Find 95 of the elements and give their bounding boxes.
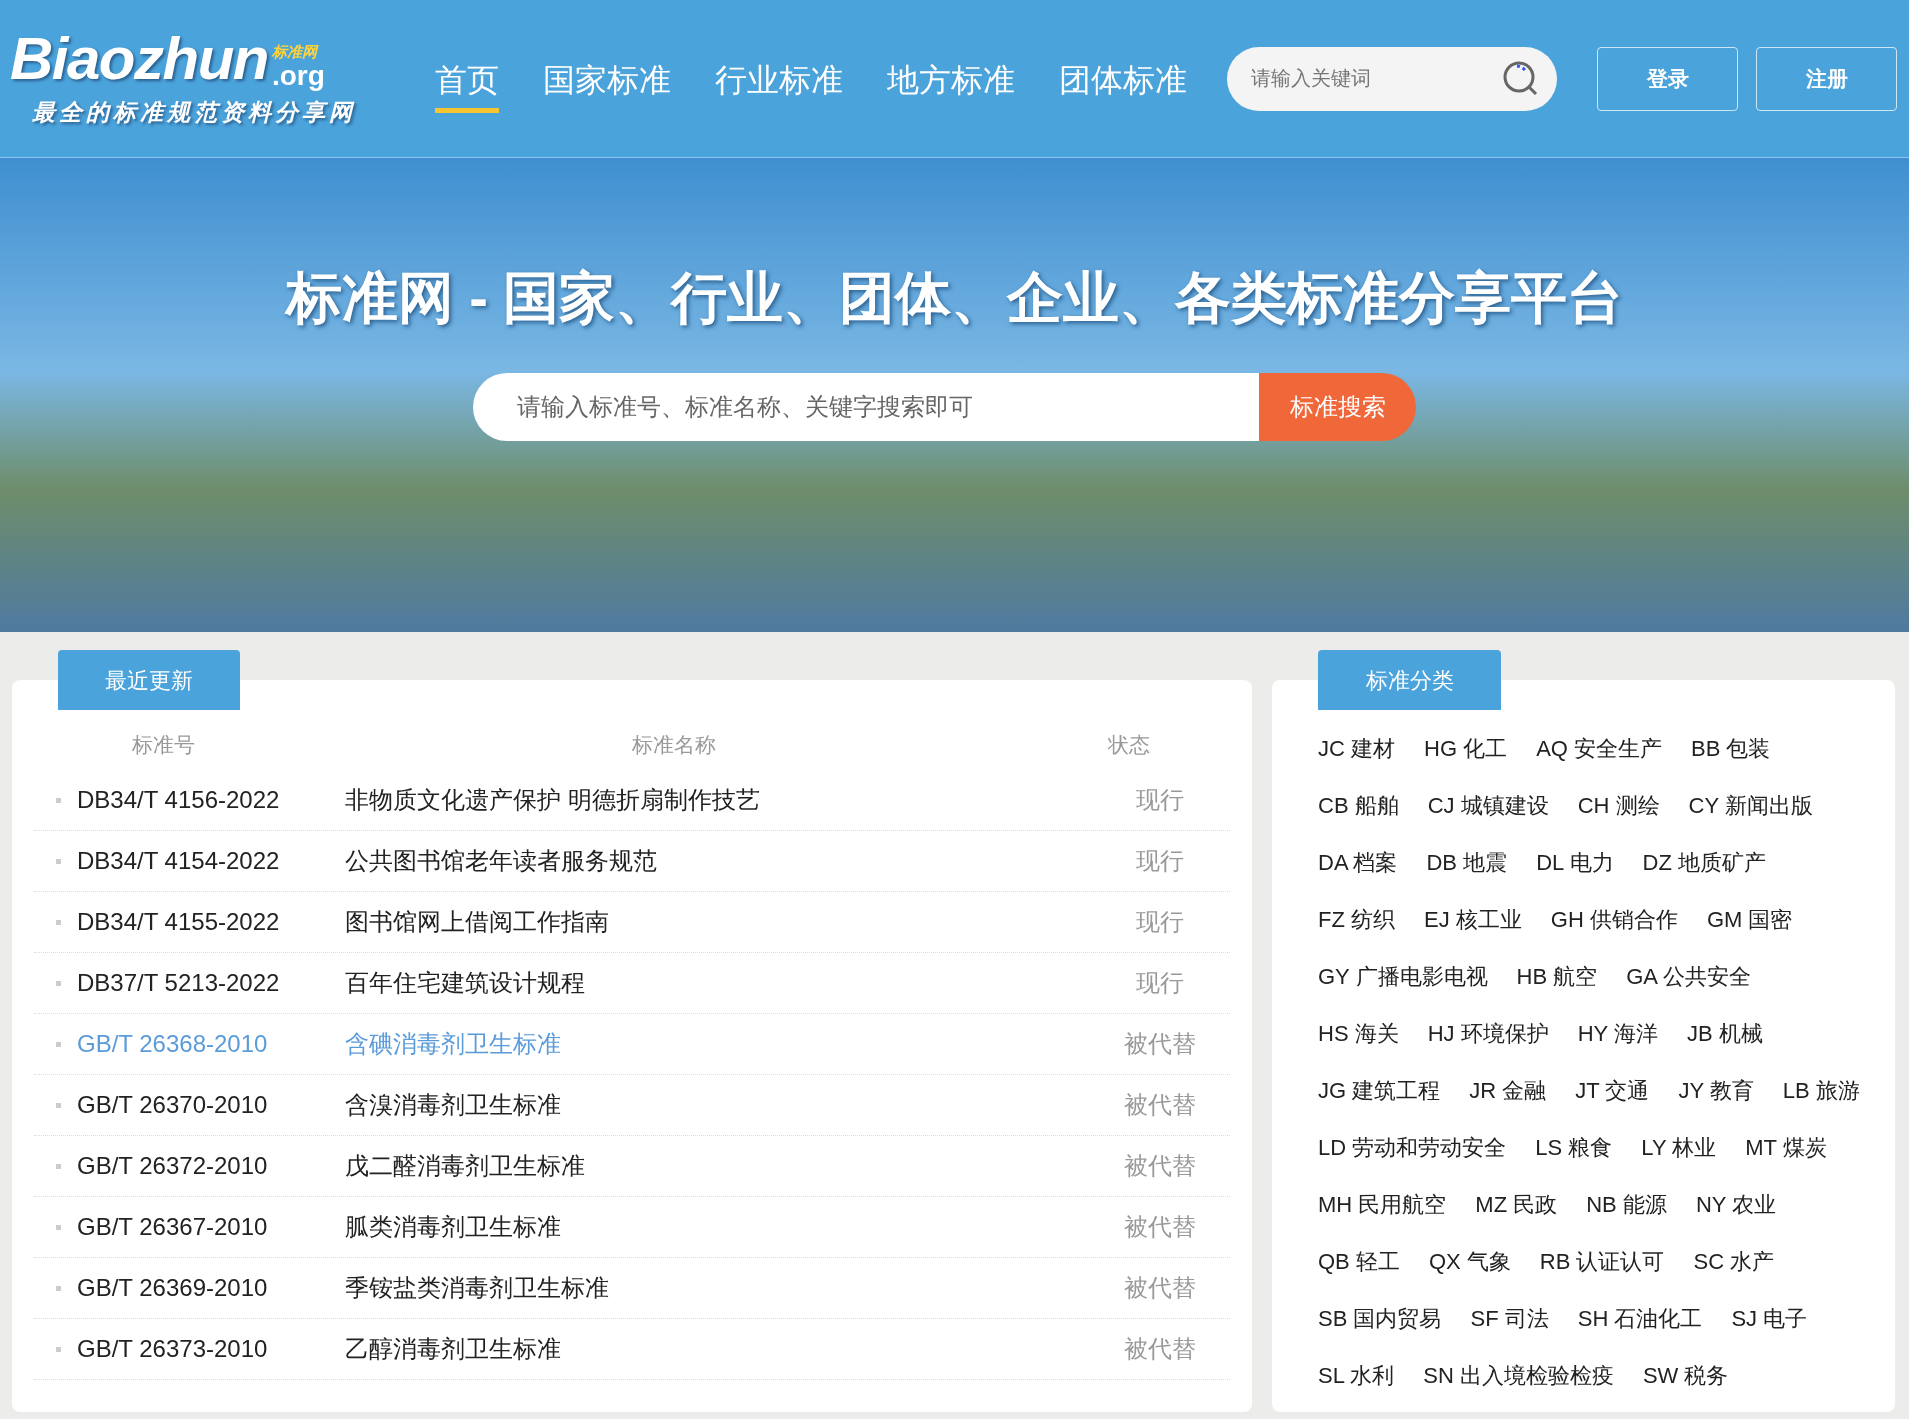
category-link[interactable]: SJ 电子 <box>1731 1302 1808 1335</box>
category-link[interactable]: DA 档案 <box>1318 846 1398 879</box>
category-link[interactable]: SN 出入境检验检疫 <box>1423 1359 1614 1392</box>
bullet-icon <box>56 1285 61 1291</box>
category-link[interactable]: RB 认证认可 <box>1539 1245 1665 1278</box>
status-text: 被代替 <box>1123 1151 1197 1181</box>
category-link[interactable]: MH 民用航空 <box>1318 1188 1447 1221</box>
standard-code-link[interactable]: DB34/T 4156-2022 <box>77 782 345 818</box>
status-text: 被代替 <box>1123 1090 1197 1120</box>
bullet-icon <box>56 1041 61 1047</box>
category-link[interactable]: QX 气象 <box>1428 1245 1511 1278</box>
category-link[interactable]: HJ 环境保护 <box>1427 1017 1549 1050</box>
status-text: 现行 <box>1135 968 1185 998</box>
category-link[interactable]: AQ 安全生产 <box>1536 732 1663 765</box>
standard-code-link[interactable]: GB/T 26367-2010 <box>77 1209 345 1245</box>
standard-name-link[interactable]: 季铵盐类消毒剂卫生标准 <box>345 1270 609 1306</box>
category-link[interactable]: SF 司法 <box>1470 1302 1549 1335</box>
category-link[interactable]: NY 农业 <box>1695 1188 1777 1221</box>
category-link[interactable]: MZ 民政 <box>1475 1188 1558 1221</box>
standard-code-link[interactable]: DB34/T 4155-2022 <box>77 904 345 940</box>
category-link[interactable]: NB 能源 <box>1586 1188 1667 1221</box>
category-link[interactable]: CB 船舶 <box>1318 789 1399 822</box>
category-link[interactable]: LS 粮食 <box>1535 1131 1613 1164</box>
category-link[interactable]: HG 化工 <box>1424 732 1508 765</box>
category-link[interactable]: CY 新闻出版 <box>1688 789 1813 822</box>
bullet-icon <box>56 1102 61 1108</box>
logo-slogan: 最全的标准规范资料分享网 <box>32 98 357 128</box>
category-link[interactable]: GY 广播电影电视 <box>1318 960 1488 993</box>
category-link[interactable]: DZ 地质矿产 <box>1642 846 1767 879</box>
category-link[interactable]: GM 国密 <box>1706 903 1793 936</box>
standard-name-link[interactable]: 非物质文化遗产保护 明德折扇制作技艺 <box>345 782 760 818</box>
hero-search-field[interactable]: 请输入标准号、标准名称、关键字搜索即可 <box>473 373 1259 441</box>
standard-code-link[interactable]: GB/T 26370-2010 <box>77 1087 345 1123</box>
standard-name-link[interactable]: 含溴消毒剂卫生标准 <box>345 1087 561 1123</box>
status-text: 现行 <box>1135 846 1185 876</box>
category-link[interactable]: HS 海关 <box>1318 1017 1399 1050</box>
logo-wordmark: Biaozhun <box>10 27 268 92</box>
hero-title: 标准网 - 国家、行业、团体、企业、各类标准分享平台 <box>285 265 1624 331</box>
standard-name-link[interactable]: 乙醇消毒剂卫生标准 <box>345 1331 561 1367</box>
standard-name-link[interactable]: 图书馆网上借阅工作指南 <box>345 904 609 940</box>
category-link[interactable]: EJ 核工业 <box>1424 903 1522 936</box>
category-link[interactable]: CH 测绘 <box>1577 789 1660 822</box>
category-link[interactable]: HY 海洋 <box>1577 1017 1658 1050</box>
column-header: 标准名称 <box>632 732 716 759</box>
bullet-icon <box>56 797 61 803</box>
header-search-field[interactable]: 请输入关键词 <box>1227 46 1557 111</box>
standard-name-link[interactable]: 戊二醛消毒剂卫生标准 <box>345 1148 585 1184</box>
bullet-icon <box>56 980 61 986</box>
standard-name-link[interactable]: 胍类消毒剂卫生标准 <box>345 1209 561 1245</box>
column-header: 状态 <box>1108 732 1150 759</box>
category-link[interactable]: SH 石油化工 <box>1577 1302 1703 1335</box>
category-link[interactable]: DB 地震 <box>1426 846 1508 879</box>
category-link[interactable]: GH 供销合作 <box>1550 903 1678 936</box>
category-link[interactable]: LD 劳动和劳动安全 <box>1318 1131 1507 1164</box>
category-link[interactable]: GA 公共安全 <box>1626 960 1751 993</box>
category-link[interactable]: JY 教育 <box>1678 1074 1754 1107</box>
category-link[interactable]: MT 煤炭 <box>1745 1131 1827 1164</box>
category-link[interactable]: CJ 城镇建设 <box>1427 789 1549 822</box>
standard-code-link[interactable]: GB/T 26372-2010 <box>77 1148 345 1184</box>
category-link[interactable]: SC 水产 <box>1693 1245 1775 1278</box>
category-link[interactable]: FZ 纺织 <box>1318 903 1395 936</box>
column-header: 标准号 <box>132 732 196 759</box>
category-link[interactable]: JG 建筑工程 <box>1318 1074 1441 1107</box>
bullet-icon <box>56 1163 61 1169</box>
bullet-icon <box>56 858 61 864</box>
bullet-icon <box>56 1346 61 1352</box>
status-text: 被代替 <box>1123 1212 1197 1242</box>
standard-name-link[interactable]: 百年住宅建筑设计规程 <box>345 965 585 1001</box>
logo-subtitle: 标准网 <box>272 43 320 62</box>
bullet-icon <box>56 1224 61 1230</box>
category-link[interactable]: SL 水利 <box>1318 1359 1395 1392</box>
status-text: 被代替 <box>1123 1029 1197 1059</box>
category-link[interactable]: QB 轻工 <box>1318 1245 1400 1278</box>
logo-domain: .org <box>272 61 325 92</box>
category-link[interactable]: LB 旅游 <box>1782 1074 1860 1107</box>
bullet-icon <box>56 919 61 925</box>
category-link[interactable]: HB 航空 <box>1516 960 1598 993</box>
status-text: 被代替 <box>1123 1273 1197 1303</box>
category-link[interactable]: JC 建材 <box>1318 732 1395 765</box>
standard-name-link[interactable]: 公共图书馆老年读者服务规范 <box>345 843 657 879</box>
status-text: 被代替 <box>1123 1334 1197 1364</box>
standard-code-link[interactable]: DB37/T 5213-2022 <box>77 965 345 1001</box>
status-text: 现行 <box>1135 907 1185 937</box>
status-text: 现行 <box>1135 785 1185 815</box>
category-link[interactable]: LY 林业 <box>1641 1131 1717 1164</box>
category-link[interactable]: BB 包装 <box>1691 732 1771 765</box>
category-link[interactable]: SW 税务 <box>1642 1359 1729 1392</box>
category-link[interactable]: JB 机械 <box>1686 1017 1763 1050</box>
standard-code-link[interactable]: DB34/T 4154-2022 <box>77 843 345 879</box>
category-link[interactable]: JT 交通 <box>1575 1074 1650 1107</box>
standard-code-link[interactable]: GB/T 26369-2010 <box>77 1270 345 1306</box>
standard-code-link[interactable]: GB/T 26373-2010 <box>77 1331 345 1367</box>
category-link[interactable]: JR 金融 <box>1469 1074 1547 1107</box>
category-link[interactable]: SB 国内贸易 <box>1318 1302 1442 1335</box>
category-link[interactable]: DL 电力 <box>1536 846 1614 879</box>
